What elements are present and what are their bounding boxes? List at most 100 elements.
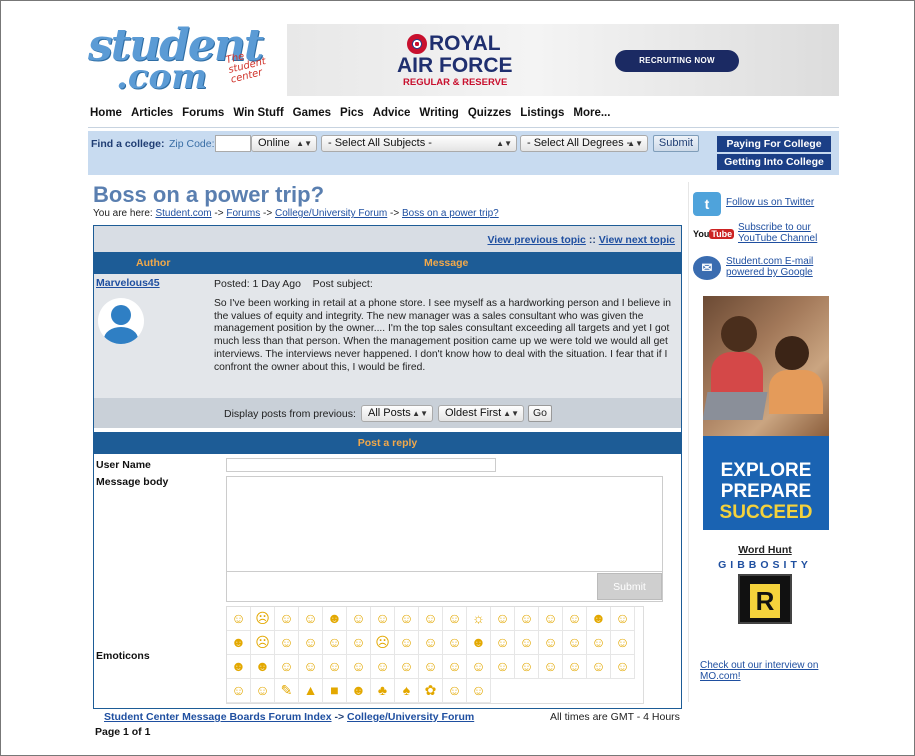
emoticon-icon[interactable]: ☻ [227,631,251,655]
breadcrumb-topic[interactable]: Boss on a power trip? [402,208,499,219]
emoticon-icon[interactable]: ☻ [347,679,371,703]
emoticon-icon[interactable]: ☻ [323,607,347,631]
emoticon-icon[interactable]: ☺ [563,631,587,655]
emoticon-icon[interactable]: ☺ [419,631,443,655]
emoticon-icon[interactable]: ✎ [275,679,299,703]
emoticon-icon[interactable]: ☺ [227,679,251,703]
emoticon-icon[interactable]: ☺ [395,607,419,631]
emoticon-icon[interactable]: ☺ [563,607,587,631]
message-body-textarea[interactable] [226,476,663,572]
nav-home[interactable]: Home [90,107,122,123]
emoticon-icon[interactable]: ☺ [347,655,371,679]
forum-index-link[interactable]: Student Center Message Boards Forum Inde… [104,711,332,723]
nav-quizzes[interactable]: Quizzes [468,107,511,123]
college-forum-link[interactable]: College/University Forum [347,711,474,723]
emoticon-icon[interactable]: ☺ [611,655,635,679]
previous-topic-link[interactable]: View previous topic [487,234,585,246]
emoticon-icon[interactable]: ✿ [419,679,443,703]
word-hunt-tile[interactable]: R [738,574,792,624]
emoticon-icon[interactable]: ☺ [491,607,515,631]
emoticon-icon[interactable]: ☺ [275,655,299,679]
emoticon-icon[interactable]: ☺ [299,631,323,655]
emoticon-icon[interactable]: ☺ [611,607,635,631]
emoticon-icon[interactable]: ☻ [251,655,275,679]
interview-link[interactable]: Check out our interview on MO.com! [700,660,834,682]
emoticon-icon[interactable]: ☺ [611,631,635,655]
emoticon-icon[interactable]: ☺ [323,655,347,679]
nav-advice[interactable]: Advice [373,107,411,123]
emoticon-icon[interactable]: ☺ [539,607,563,631]
emoticon-icon[interactable]: ☻ [227,655,251,679]
find-submit-button[interactable]: Submit [653,135,699,152]
emoticon-icon[interactable]: ☺ [587,631,611,655]
ad-recruiting-button[interactable]: RECRUITING NOW [615,50,739,72]
emoticon-icon[interactable]: ☺ [371,655,395,679]
email-link[interactable]: Student.com E-mail powered by Google [726,256,840,278]
username-input[interactable] [226,458,496,472]
emoticon-icon[interactable]: ☺ [347,607,371,631]
emoticon-icon[interactable]: ☺ [395,655,419,679]
emoticon-icon[interactable]: ☺ [563,655,587,679]
nav-pics[interactable]: Pics [340,107,364,123]
youtube-link[interactable]: Subscribe to our YouTube Channel [738,222,840,244]
nav-win-stuff[interactable]: Win Stuff [233,107,283,123]
nav-writing[interactable]: Writing [419,107,458,123]
emoticon-icon[interactable]: ☺ [251,679,275,703]
emoticon-icon[interactable]: ☹ [251,607,275,631]
emoticon-icon[interactable]: ☻ [587,607,611,631]
emoticon-icon[interactable]: ☺ [587,655,611,679]
emoticon-icon[interactable]: ☺ [443,607,467,631]
youtube-link-row[interactable]: You Tube Subscribe to our YouTube Channel [693,222,840,246]
emoticon-icon[interactable]: ☹ [251,631,275,655]
emoticon-icon[interactable]: ☺ [491,655,515,679]
emoticon-icon[interactable]: ☺ [515,607,539,631]
emoticon-icon[interactable]: ▲ [299,679,323,703]
breadcrumb-home[interactable]: Student.com [155,208,211,219]
emoticon-icon[interactable]: ☺ [419,655,443,679]
emoticon-icon[interactable]: ☺ [395,631,419,655]
emoticon-icon[interactable]: ☺ [515,631,539,655]
emoticon-icon[interactable]: ☺ [227,607,251,631]
emoticon-icon[interactable]: ☺ [539,631,563,655]
display-order-select[interactable]: Oldest First ▲▼ [438,405,524,422]
emoticon-icon[interactable]: ☺ [467,655,491,679]
emoticon-icon[interactable]: ☺ [515,655,539,679]
emoticon-icon[interactable]: ☺ [443,655,467,679]
site-logo[interactable]: student .com The student center [88,24,278,95]
emoticon-icon[interactable]: ☺ [491,631,515,655]
emoticon-icon[interactable]: ☺ [467,679,491,703]
reply-submit-button[interactable]: Submit [597,573,662,600]
breadcrumb-college-forum[interactable]: College/University Forum [275,208,387,219]
word-hunt-title[interactable]: Word Hunt [689,544,841,556]
explore-prepare-succeed-ad[interactable]: EXPLORE PREPARE SUCCEED [703,296,829,530]
emoticon-icon[interactable]: ■ [323,679,347,703]
twitter-link-row[interactable]: t Follow us on Twitter [693,192,814,216]
emoticon-icon[interactable]: ☹ [371,631,395,655]
raf-banner-ad[interactable]: ROYAL AIR FORCE REGULAR & RESERVE RECRUI… [287,24,839,96]
emoticon-icon[interactable]: ☺ [323,631,347,655]
emoticon-icon[interactable]: ☻ [467,631,491,655]
emoticon-icon[interactable]: ♠ [395,679,419,703]
email-link-row[interactable]: ✉ Student.com E-mail powered by Google [693,256,840,280]
nav-games[interactable]: Games [293,107,331,123]
emoticon-icon[interactable]: ☺ [275,607,299,631]
nav-articles[interactable]: Articles [131,107,173,123]
nav-forums[interactable]: Forums [182,107,224,123]
emoticon-icon[interactable]: ☺ [443,679,467,703]
subject-select[interactable]: - Select All Subjects - ▲▼ [321,135,517,152]
emoticon-icon[interactable]: ☺ [299,607,323,631]
post-author-link[interactable]: Marvelous45 [96,277,160,289]
emoticon-icon[interactable]: ☼ [467,607,491,631]
nav-more[interactable]: More... [573,107,610,123]
emoticon-icon[interactable]: ☺ [539,655,563,679]
paying-for-college-button[interactable]: Paying For College [717,136,831,152]
zip-code-input[interactable] [215,135,251,152]
getting-into-college-button[interactable]: Getting Into College [717,154,831,170]
next-topic-link[interactable]: View next topic [599,234,675,246]
emoticon-icon[interactable]: ♣ [371,679,395,703]
breadcrumb-forums[interactable]: Forums [226,208,260,219]
nav-listings[interactable]: Listings [520,107,564,123]
mode-select[interactable]: Online ▲▼ [251,135,317,152]
emoticon-icon[interactable]: ☺ [371,607,395,631]
display-posts-select[interactable]: All Posts ▲▼ [361,405,433,422]
